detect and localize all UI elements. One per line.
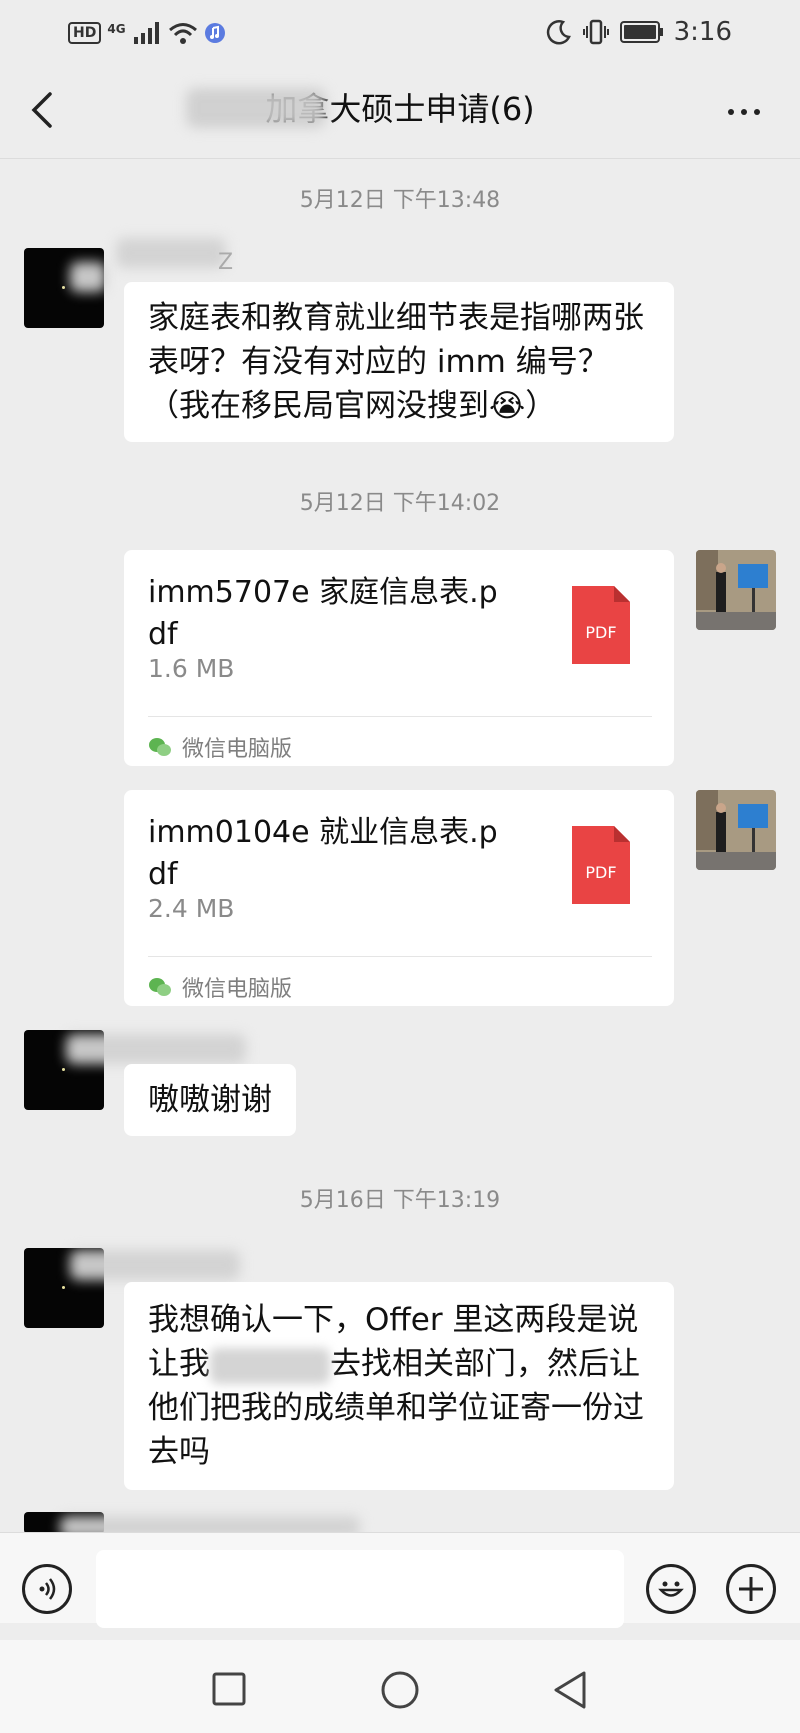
file-size: 2.4 MB	[148, 894, 235, 923]
file-name: imm0104e 就业信息表.pdf	[148, 815, 498, 892]
recent-apps-button[interactable]	[212, 1672, 246, 1710]
moon-icon	[546, 20, 571, 45]
music-app-icon	[204, 23, 225, 43]
plus-icon	[739, 1577, 763, 1601]
avatar[interactable]	[696, 550, 776, 630]
circle-icon	[381, 1671, 419, 1709]
emoji-button[interactable]	[646, 1564, 696, 1614]
home-button[interactable]	[380, 1670, 420, 1714]
status-bar-left: HD 4G	[68, 18, 226, 48]
square-icon	[212, 1672, 246, 1706]
signal-icon	[133, 22, 159, 44]
message-bubble[interactable]: 我想确认一下，Offer 里这两段是说让我 去找相关部门，然后让他们把我的成绩单和…	[124, 1282, 674, 1490]
avatar-photo-image	[696, 550, 776, 630]
sender-name-redacted	[70, 1250, 240, 1280]
file-size: 1.6 MB	[148, 654, 235, 683]
message-input[interactable]	[96, 1550, 624, 1628]
wechat-icon	[149, 978, 171, 996]
more-dot	[728, 109, 734, 115]
vibrate-icon	[582, 19, 609, 45]
file-name: imm5707e 家庭信息表.pdf	[148, 575, 498, 652]
sender-name-fragment: Z	[218, 250, 234, 275]
sender-name-redacted	[116, 238, 226, 268]
timestamp: 5月12日 下午14:02	[299, 491, 501, 516]
plus-button[interactable]	[726, 1564, 776, 1614]
status-bar-right: 3:16	[546, 14, 732, 50]
pdf-badge-label: PDF	[585, 863, 616, 882]
card-divider	[148, 956, 652, 957]
timestamp: 5月16日 下午13:19	[299, 1188, 501, 1213]
chevron-left-icon	[31, 92, 52, 128]
redaction-blur	[186, 88, 326, 128]
voice-button[interactable]	[22, 1564, 72, 1614]
message-bubble[interactable]: 家庭表和教育就业细节表是指哪两张表呀？有没有对应的 imm 编号？（我在移民局官…	[124, 282, 674, 442]
file-source: 微信电脑版	[148, 730, 292, 764]
avatar[interactable]	[696, 790, 776, 870]
more-dot	[754, 109, 760, 115]
file-message-card[interactable]: imm5707e 家庭信息表.pdf 1.6 MB PDF 微信电脑版	[124, 550, 674, 766]
voice-icon	[39, 1578, 56, 1600]
message-text: 我想确认一下，Offer 里这两段是说让我 去找相关部门，然后让他们把我的成绩单和…	[124, 1282, 674, 1488]
sender-name-redacted	[66, 1034, 246, 1064]
nav-back-button[interactable]	[552, 1670, 588, 1714]
wechat-icon	[149, 738, 171, 756]
battery-icon	[619, 21, 663, 43]
triangle-back-icon	[554, 1671, 586, 1709]
redaction-blur	[210, 1347, 330, 1384]
wifi-icon	[168, 23, 197, 44]
avatar-photo-image	[696, 790, 776, 870]
timestamp: 5月12日 下午13:48	[299, 188, 501, 213]
file-source: 微信电脑版	[148, 970, 292, 1004]
source-label: 微信电脑版	[182, 977, 293, 1002]
pdf-badge-label: PDF	[585, 623, 616, 642]
pdf-file-icon: PDF	[572, 826, 630, 904]
emoji-icon	[658, 1581, 684, 1597]
hd-indicator: HD	[68, 22, 102, 44]
redaction-blur	[70, 262, 106, 292]
source-label: 微信电脑版	[182, 737, 293, 762]
message-bubble[interactable]: 嗷嗷谢谢	[124, 1064, 296, 1136]
back-button[interactable]	[24, 90, 64, 130]
more-button[interactable]	[720, 98, 768, 126]
card-divider	[148, 716, 652, 717]
pdf-file-icon: PDF	[572, 586, 630, 664]
clock: 3:16	[673, 17, 732, 47]
more-dot	[741, 109, 747, 115]
file-message-card[interactable]: imm0104e 就业信息表.pdf 2.4 MB PDF 微信电脑版	[124, 790, 674, 1006]
header-divider	[0, 158, 800, 159]
network-type: 4G	[107, 22, 126, 36]
